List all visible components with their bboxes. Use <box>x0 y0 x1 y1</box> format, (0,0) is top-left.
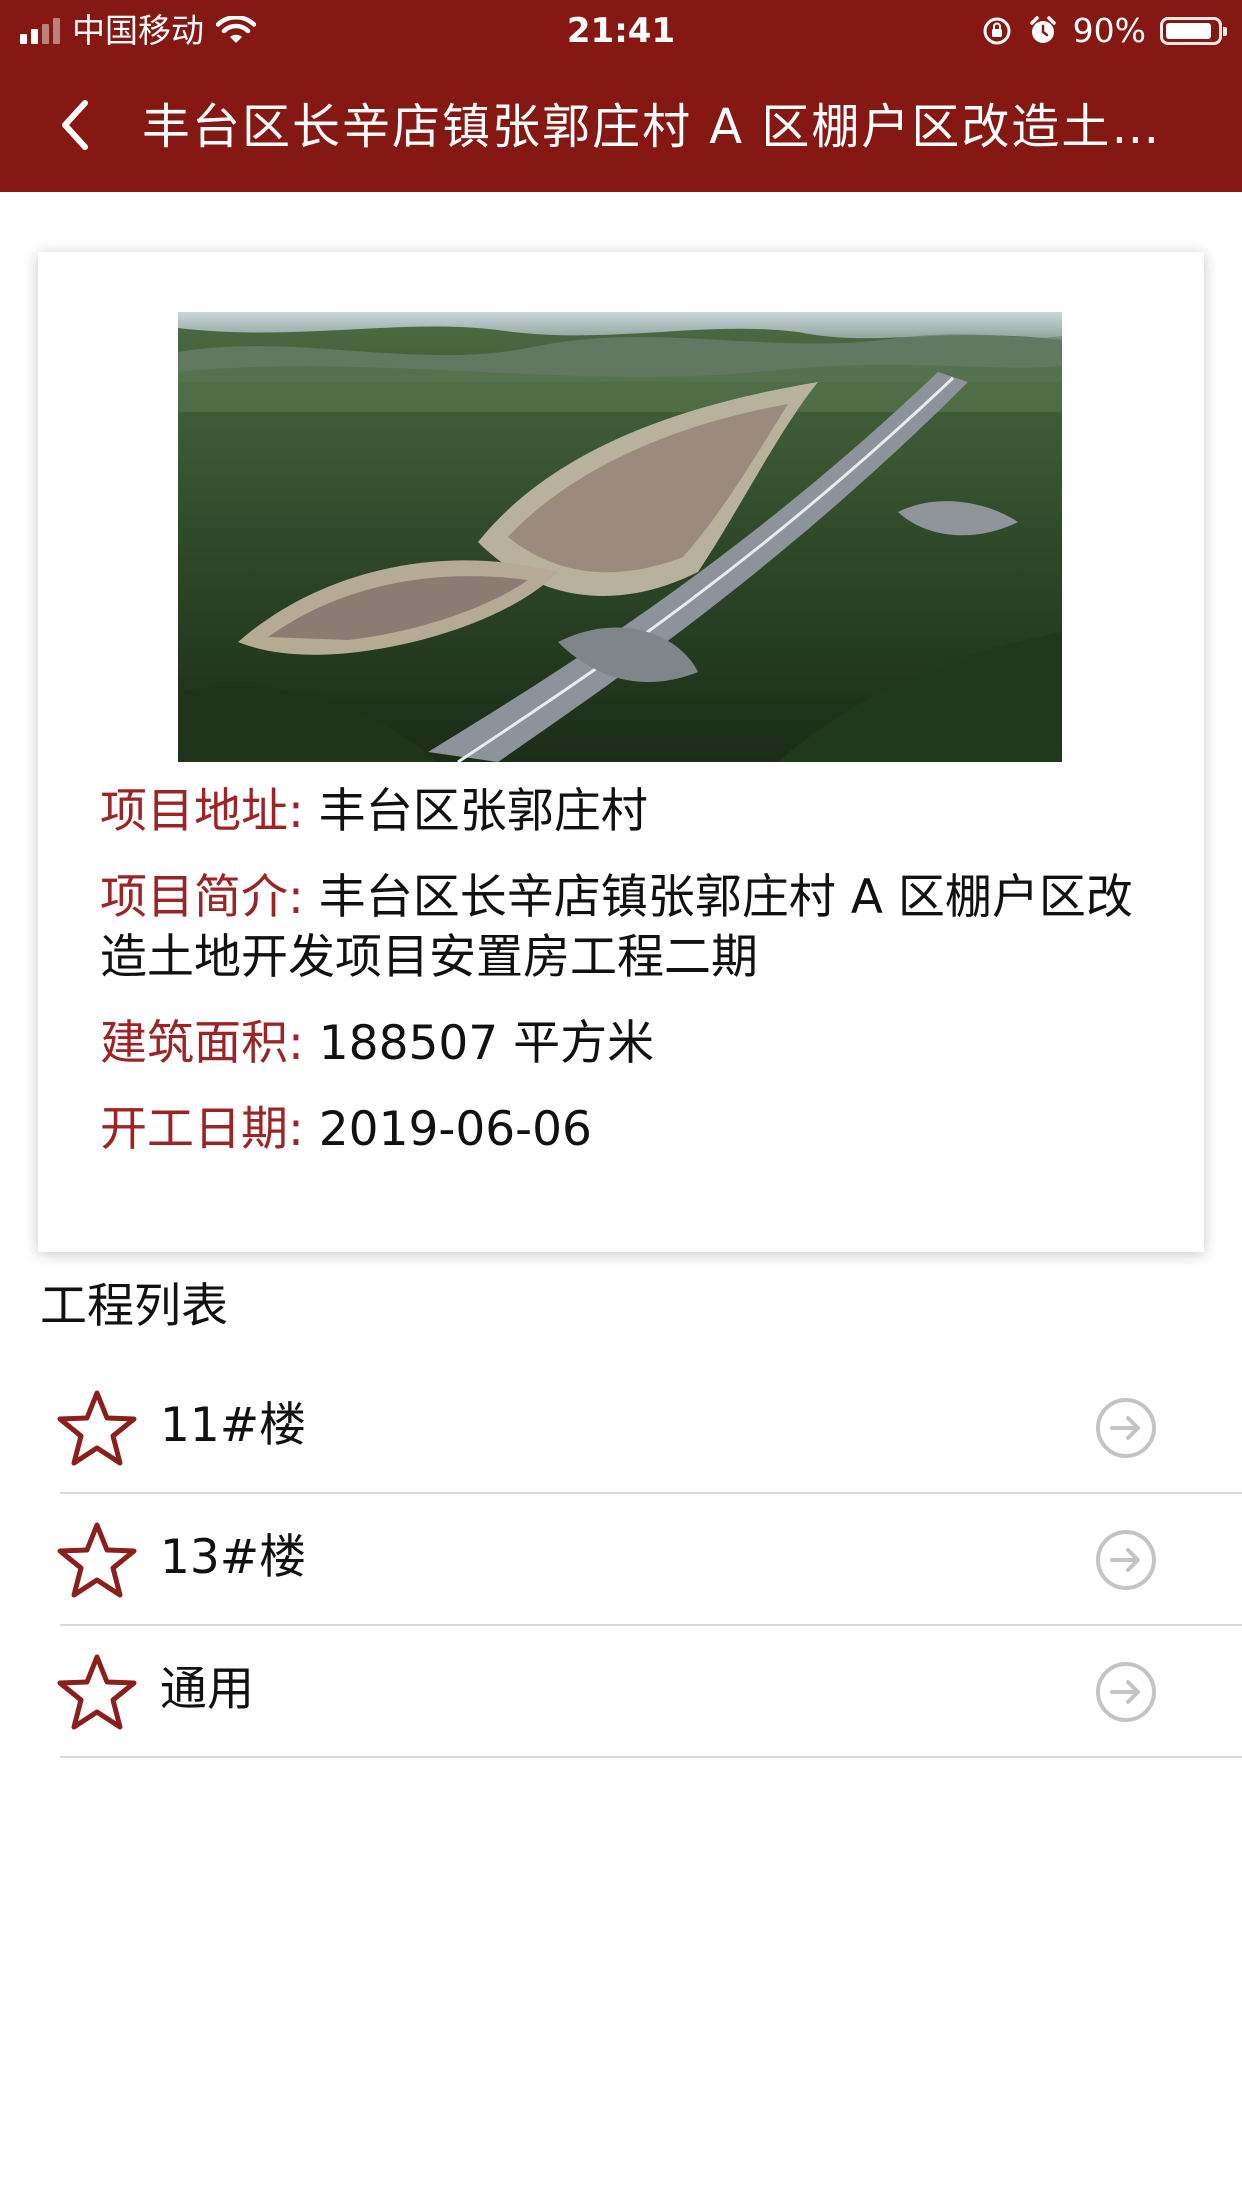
project-list-title: 工程列表 <box>40 1279 228 1334</box>
battery-fill <box>1166 23 1211 39</box>
project-address-label: 项目地址: <box>100 784 304 839</box>
star-icon[interactable] <box>56 1520 138 1600</box>
list-item-building-11[interactable]: 11#楼 <box>0 1362 1242 1494</box>
project-image <box>178 312 1062 762</box>
list-item-label: 13#楼 <box>160 1530 307 1585</box>
project-intro-label: 项目简介: <box>100 870 304 925</box>
list-item-building-13[interactable]: 13#楼 <box>0 1494 1242 1626</box>
chevron-left-icon <box>62 100 88 150</box>
orientation-lock-icon <box>983 17 1011 45</box>
page-title: 丰台区长辛店镇张郭庄村 A 区棚户区改造土地开发项目安置房工程二期 <box>142 99 1182 155</box>
building-area-label: 建筑面积: <box>100 1016 304 1071</box>
battery-percent: 90% <box>1072 11 1146 50</box>
start-date-value: 2019-06-06 <box>303 1102 592 1157</box>
building-area-value: 188507 平方米 <box>303 1016 655 1071</box>
start-date-label: 开工日期: <box>100 1102 304 1157</box>
arrow-right-circle-icon[interactable] <box>1094 1528 1158 1592</box>
list-divider <box>60 1756 1242 1758</box>
list-item-label: 11#楼 <box>160 1398 307 1453</box>
list-item-general[interactable]: 通用 <box>0 1626 1242 1758</box>
arrow-right-circle-icon[interactable] <box>1094 1396 1158 1460</box>
project-info-card: 项目地址: 丰台区张郭庄村 项目简介: 丰台区长辛店镇张郭庄村 A 区棚户区改造… <box>38 252 1204 1252</box>
app-header: 中国移动 21:41 90% 丰台区长辛店镇张郭庄村 A 区棚户区改造土地开 <box>0 0 1242 192</box>
navigation-bar: 丰台区长辛店镇张郭庄村 A 区棚户区改造土地开发项目安置房工程二期 <box>0 62 1242 192</box>
list-item-label: 通用 <box>160 1662 254 1717</box>
start-date-row: 开工日期: 2019-06-06 <box>100 1100 1160 1160</box>
project-address-row: 项目地址: 丰台区张郭庄村 <box>100 782 1160 842</box>
status-bar: 中国移动 21:41 90% <box>0 0 1242 62</box>
building-area-row: 建筑面积: 188507 平方米 <box>100 1014 1160 1074</box>
project-details: 项目地址: 丰台区张郭庄村 项目简介: 丰台区长辛店镇张郭庄村 A 区棚户区改造… <box>100 782 1160 1186</box>
alarm-icon <box>1029 16 1056 43</box>
star-icon[interactable] <box>56 1652 138 1732</box>
status-right: 90% <box>981 10 1227 52</box>
project-list: 11#楼 13#楼 通用 <box>0 1362 1242 1758</box>
back-button[interactable] <box>40 90 110 160</box>
battery-icon <box>1160 17 1227 45</box>
star-icon[interactable] <box>56 1388 138 1468</box>
arrow-right-circle-icon[interactable] <box>1094 1660 1158 1724</box>
project-address-value: 丰台区张郭庄村 <box>303 784 648 839</box>
project-intro-row: 项目简介: 丰台区长辛店镇张郭庄村 A 区棚户区改造土地开发项目安置房工程二期 <box>100 868 1160 988</box>
